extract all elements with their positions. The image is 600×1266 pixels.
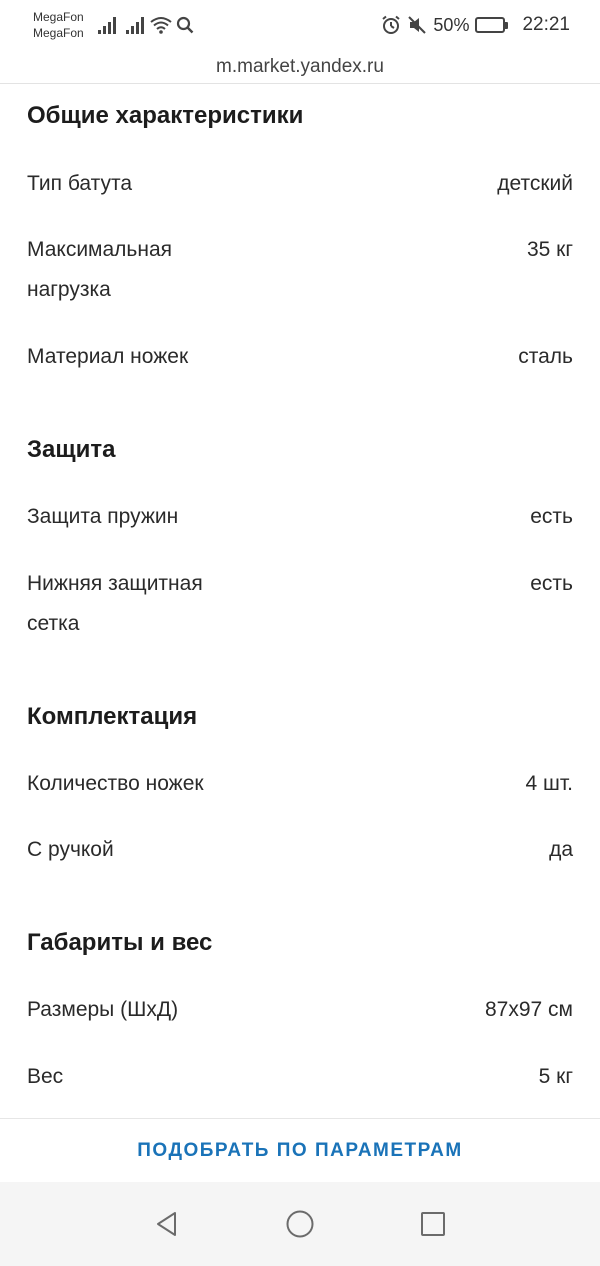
alarm-icon [382, 15, 401, 34]
signal-1-icon [97, 16, 116, 34]
spec-row: Размеры (ШхД) 87x97 см [27, 990, 573, 1030]
spec-value: есть [530, 505, 573, 528]
status-left: MegaFon MegaFon [33, 9, 194, 41]
square-recents-icon [421, 1212, 445, 1236]
spec-label: Максимальная нагрузка [27, 238, 173, 301]
spec-label: Защита пружин [27, 505, 179, 528]
navigation-bar [0, 1182, 600, 1266]
carrier-1: MegaFon [33, 10, 84, 24]
battery-percent: 50% [433, 14, 470, 35]
spec-label: С ручкой [27, 838, 114, 861]
spec-value: сталь [518, 345, 573, 368]
spec-value: есть [530, 572, 573, 595]
carriers: MegaFon MegaFon [33, 9, 84, 41]
spec-row: Максимальная нагрузка 35 кг [27, 230, 573, 310]
spec-row: Вес 5 кг [27, 1057, 573, 1097]
specs-content: Общие характеристики Тип батута детский … [0, 84, 600, 1118]
section-title-equipment: Комплектация [27, 703, 198, 730]
battery-icon [475, 17, 509, 33]
circle-home-icon [286, 1210, 314, 1238]
triangle-back-icon [157, 1212, 176, 1236]
spec-label: Количество ножек [27, 772, 204, 795]
url-text: m.market.yandex.ru [216, 56, 384, 77]
status-right: 50% 22:21 [381, 14, 570, 36]
section-title-dimensions: Габариты и вес [27, 929, 213, 956]
wifi-icon [150, 17, 172, 34]
spec-label: Материал ножек [27, 345, 189, 368]
carrier-2: MegaFon [33, 26, 84, 40]
spec-row: Нижняя защитная сетка есть [27, 564, 573, 644]
section-title-general: Общие характеристики [27, 102, 304, 129]
spec-label: Вес [27, 1065, 64, 1088]
mute-icon [408, 16, 427, 34]
spec-label: Размеры (ШхД) [27, 998, 179, 1021]
action-bar: ПОДОБРАТЬ ПО ПАРАМЕТРАМ [0, 1118, 600, 1182]
spec-value: детский [497, 172, 573, 195]
signal-2-icon [125, 16, 144, 34]
spec-row: Материал ножек сталь [27, 337, 573, 377]
filter-by-params-button[interactable]: ПОДОБРАТЬ ПО ПАРАМЕТРАМ [137, 1140, 462, 1162]
spec-value: 35 кг [526, 238, 573, 261]
spec-label: Нижняя защитная сетка [27, 572, 203, 635]
spec-value: 87x97 см [485, 998, 573, 1021]
clock: 22:21 [522, 14, 570, 35]
spec-row: Количество ножек 4 шт. [27, 764, 573, 804]
spec-row: Защита пружин есть [27, 497, 573, 537]
spec-row: С ручкой да [27, 830, 573, 870]
spec-row: Тип батута детский [27, 164, 573, 204]
search-icon [176, 16, 194, 34]
spec-value: да [549, 838, 573, 861]
spec-value: 5 кг [538, 1065, 573, 1088]
url-bar[interactable]: m.market.yandex.ru [0, 50, 600, 84]
nav-home-button[interactable] [234, 1194, 367, 1254]
spec-value: 4 шт. [525, 772, 574, 795]
nav-back-button[interactable] [101, 1194, 234, 1254]
screen: MegaFon MegaFon 50% 22:21 m.market.yande… [0, 0, 600, 1266]
nav-recents-button[interactable] [367, 1194, 500, 1254]
section-title-protection: Защита [27, 436, 116, 463]
spec-label: Тип батута [27, 172, 133, 195]
status-bar: MegaFon MegaFon 50% 22:21 [0, 0, 600, 50]
